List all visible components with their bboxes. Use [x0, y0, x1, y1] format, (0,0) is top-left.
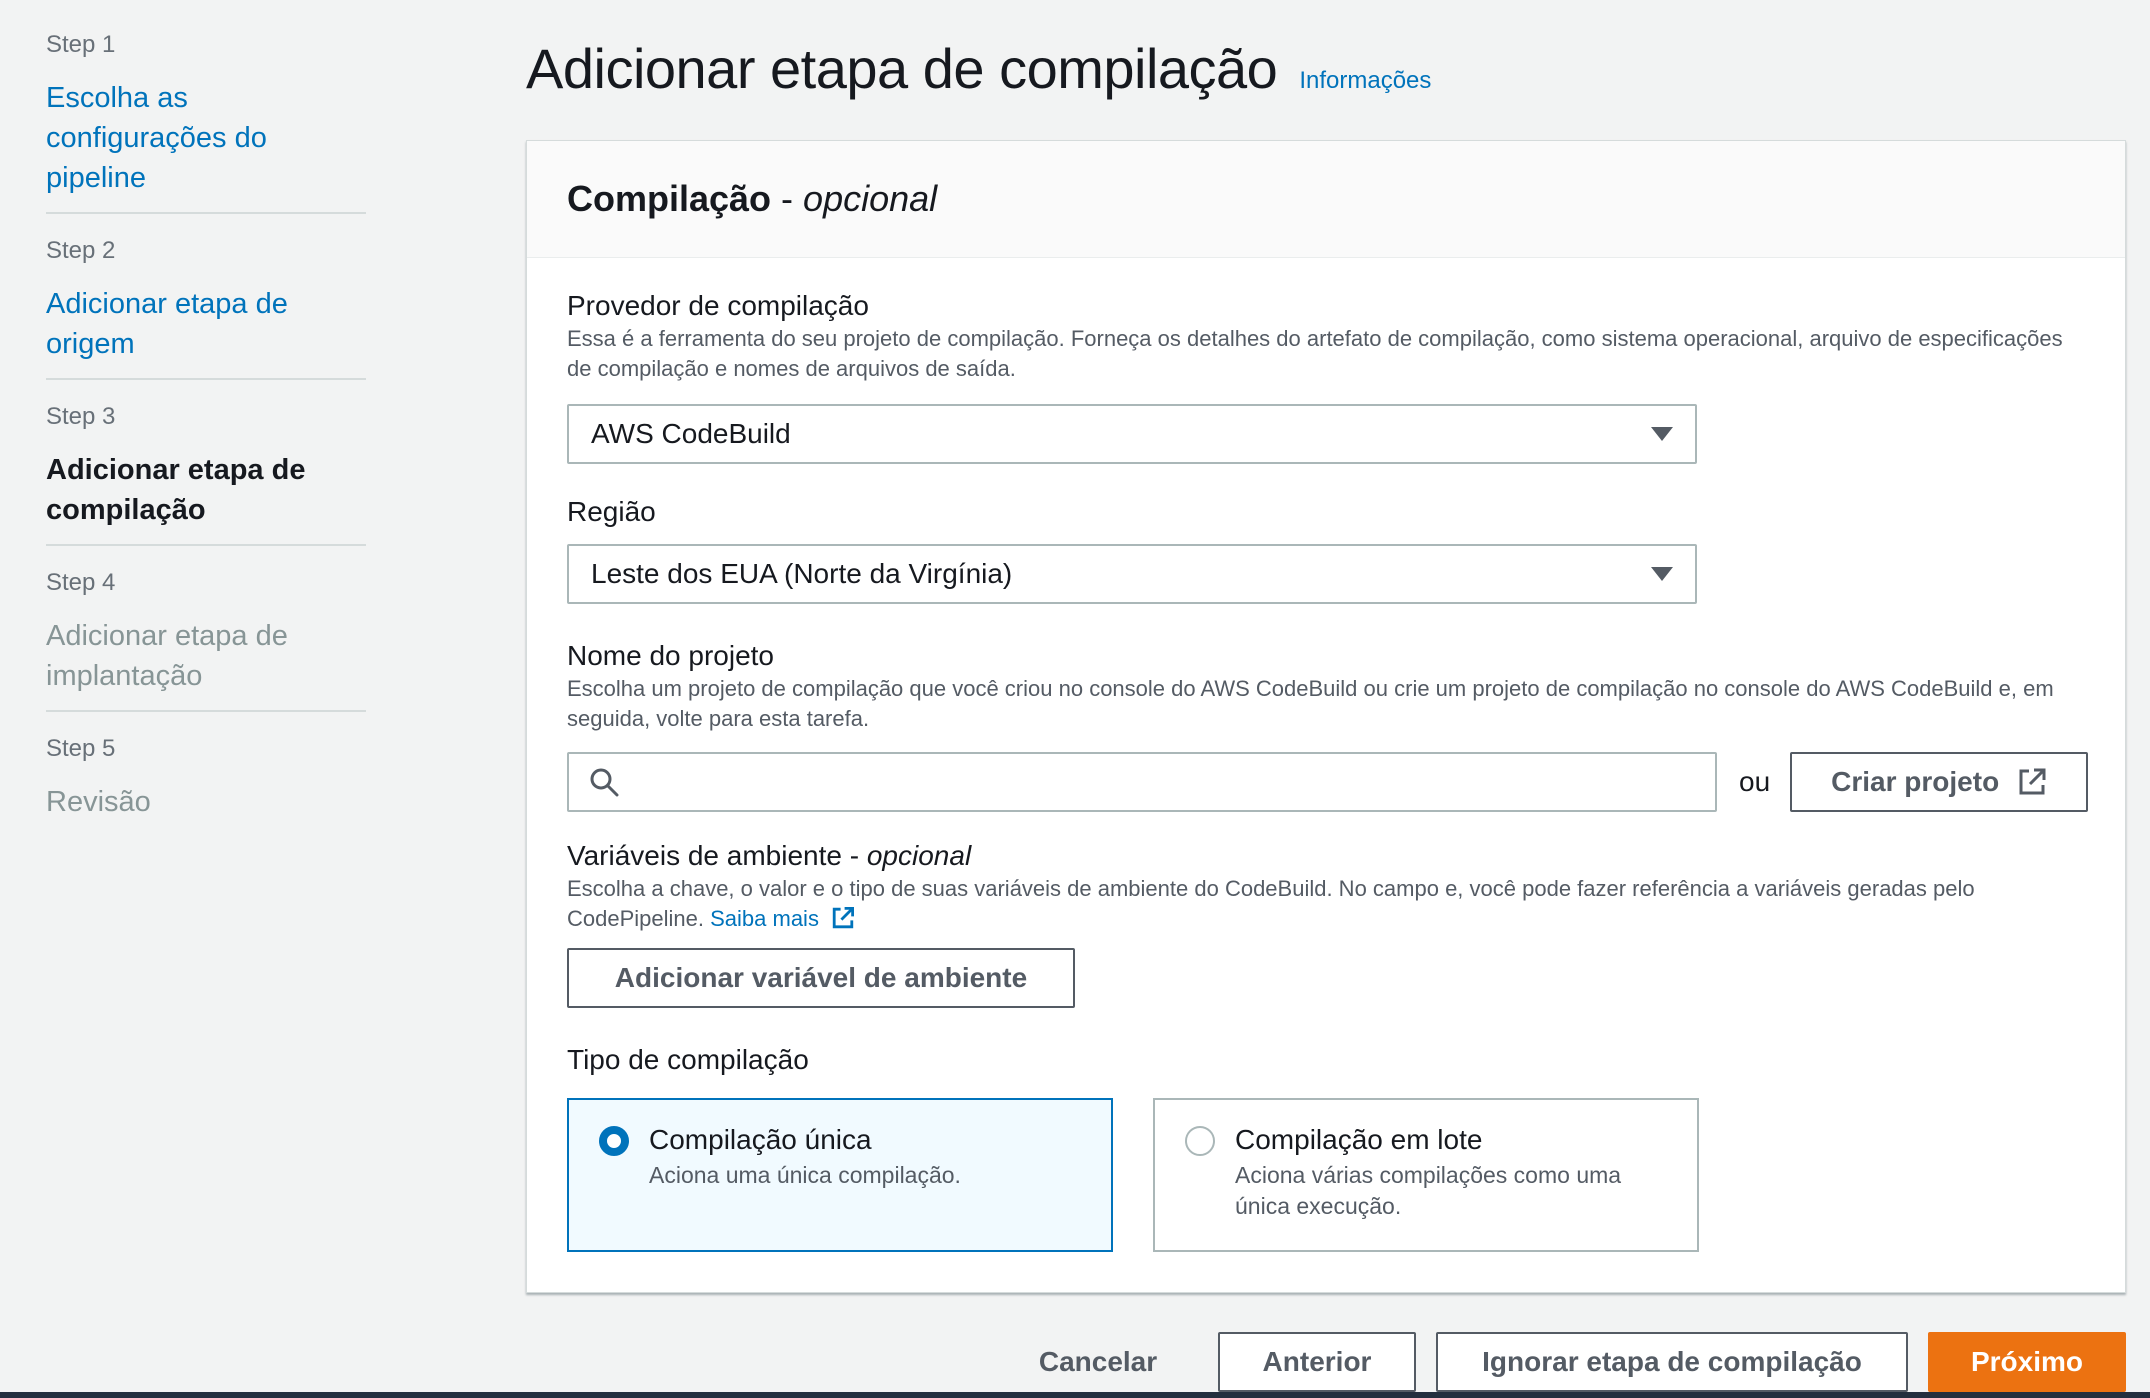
create-project-label: Criar projeto: [1831, 766, 2000, 797]
step-label-build-stage-current: Adicionar etapa de compilação: [46, 454, 306, 526]
env-description: Escolha a chave, o valor e o tipo de sua…: [567, 874, 2067, 934]
page-title: Adicionar etapa de compilação: [526, 37, 1278, 100]
env-label: Variáveis de ambiente - opcional: [567, 838, 2067, 874]
next-button[interactable]: Próximo: [1928, 1332, 2126, 1392]
wizard-steps-nav: Step 1 Escolha as configurações do pipel…: [46, 30, 366, 858]
panel-title-text: Compilação: [567, 178, 772, 219]
provider-label: Provedor de compilação: [567, 290, 869, 321]
wizard-step-5: Step 5 Revisão: [46, 734, 366, 836]
project-label: Nome do projeto: [567, 640, 775, 671]
panel-header: Compilação - opcional: [527, 141, 2125, 258]
build-type-option-batch[interactable]: Compilação em lote Aciona várias compila…: [1153, 1098, 1699, 1252]
option-description: Aciona várias compilações como uma única…: [1235, 1162, 1622, 1219]
step-number: Step 4: [46, 569, 116, 596]
previous-button[interactable]: Anterior: [1218, 1332, 1416, 1392]
build-type-label: Tipo de compilação: [567, 1044, 809, 1075]
caret-down-icon: [1651, 427, 1673, 441]
env-label-separator: -: [841, 840, 867, 871]
page-heading: Adicionar etapa de compilação Informaçõe…: [526, 36, 1431, 101]
add-env-variable-label: Adicionar variável de ambiente: [614, 962, 1028, 993]
bottom-bar: [0, 1392, 2150, 1398]
page: Step 1 Escolha as configurações do pipel…: [0, 0, 2150, 1398]
skip-build-stage-button[interactable]: Ignorar etapa de compilação: [1436, 1332, 1908, 1392]
option-title: Compilação única: [649, 1124, 872, 1155]
step-number: Step 5: [46, 735, 116, 762]
project-field: Nome do projeto Escolha um projeto de co…: [567, 638, 2067, 734]
step-label-deploy-stage: Adicionar etapa de implantação: [46, 620, 288, 692]
radio-selected-icon: [599, 1126, 629, 1156]
or-text: ou: [1739, 766, 1771, 797]
caret-down-icon: [1651, 567, 1673, 581]
build-type-option-single[interactable]: Compilação única Aciona uma única compil…: [567, 1098, 1113, 1252]
step-label-review: Revisão: [46, 786, 151, 818]
create-project-button[interactable]: Criar projeto: [1790, 752, 2089, 812]
option-text: Compilação única Aciona uma única compil…: [649, 1122, 1089, 1250]
region-select[interactable]: Leste dos EUA (Norte da Virgínia): [567, 544, 1697, 604]
wizard-step-4: Step 4 Adicionar etapa de implantação: [46, 568, 366, 712]
panel-title-separator: -: [771, 178, 804, 219]
env-label-optional: opcional: [866, 840, 972, 871]
option-title: Compilação em lote: [1235, 1124, 1483, 1155]
add-env-variable-button[interactable]: Adicionar variável de ambiente: [567, 948, 1075, 1008]
env-label-text: Variáveis de ambiente: [567, 840, 842, 871]
step-number: Step 3: [46, 403, 116, 430]
region-label: Região: [567, 496, 656, 527]
panel-title-optional: opcional: [803, 178, 938, 219]
provider-select-value: AWS CodeBuild: [591, 418, 791, 449]
provider-select[interactable]: AWS CodeBuild: [567, 404, 1697, 464]
radio-unselected-icon: [1185, 1126, 1215, 1156]
region-select-value: Leste dos EUA (Norte da Virgínia): [591, 558, 1013, 589]
wizard-step-2: Step 2 Adicionar etapa de origem: [46, 236, 366, 380]
learn-more-label: Saiba mais: [710, 906, 819, 931]
info-link[interactable]: Informações: [1299, 67, 1431, 95]
step-link-pipeline-settings[interactable]: Escolha as configurações do pipeline: [46, 78, 366, 198]
project-description: Escolha um projeto de compilação que voc…: [567, 676, 2054, 731]
external-link-icon: [832, 907, 855, 929]
option-text: Compilação em lote Aciona várias compila…: [1235, 1122, 1675, 1250]
option-description: Aciona uma única compilação.: [649, 1162, 961, 1188]
step-number: Step 1: [46, 31, 116, 58]
step-link-source-stage[interactable]: Adicionar etapa de origem: [46, 284, 366, 364]
step-number: Step 2: [46, 237, 116, 264]
project-search-box: [567, 752, 1717, 812]
wizard-step-3: Step 3 Adicionar etapa de compilação: [46, 402, 366, 546]
learn-more-link[interactable]: Saiba mais: [710, 906, 855, 931]
provider-description: Essa é a ferramenta do seu projeto de co…: [567, 326, 2063, 381]
project-search-row: ou Criar projeto: [567, 752, 2089, 812]
provider-field: Provedor de compilação Essa é a ferramen…: [567, 288, 2067, 384]
project-search-input[interactable]: [633, 757, 1715, 807]
wizard-step-1: Step 1 Escolha as configurações do pipel…: [46, 30, 366, 214]
panel-title: Compilação - opcional: [567, 178, 937, 220]
external-link-icon: [2019, 768, 2046, 795]
cancel-button[interactable]: Cancelar: [1010, 1332, 1186, 1392]
build-stage-panel: Compilação - opcional Provedor de compil…: [526, 140, 2126, 1293]
search-icon: [590, 768, 619, 797]
env-field: Variáveis de ambiente - opcional Escolha…: [567, 838, 2067, 934]
